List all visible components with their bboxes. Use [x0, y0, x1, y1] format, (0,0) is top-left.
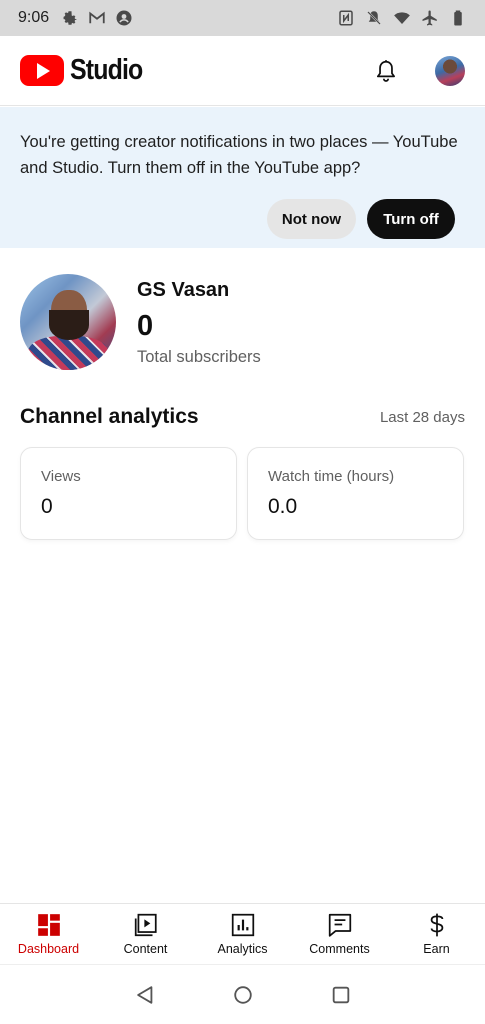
account-avatar[interactable] — [435, 55, 465, 86]
status-right-icons — [337, 9, 467, 27]
youtube-logo-icon — [20, 55, 64, 86]
watch-time-card[interactable]: Watch time (hours) 0.0 — [247, 447, 464, 540]
system-nav — [0, 964, 485, 1024]
status-left-icons — [61, 9, 133, 27]
content-icon — [133, 912, 159, 938]
status-time: 9:06 — [18, 9, 50, 26]
subscriber-label: Total subscribers — [137, 348, 261, 366]
nav-dashboard[interactable]: Dashboard — [0, 904, 97, 964]
analytics-icon — [230, 912, 256, 938]
channel-avatar[interactable] — [20, 274, 116, 370]
header-actions — [373, 55, 465, 86]
gmail-icon — [88, 9, 106, 27]
nav-earn[interactable]: Earn — [388, 904, 485, 964]
channel-name: GS Vasan — [137, 279, 230, 301]
back-icon[interactable] — [134, 984, 156, 1006]
nav-label: Analytics — [217, 942, 268, 956]
nav-label: Earn — [423, 942, 450, 956]
bottom-nav: Dashboard Content Analytics Comments Ear… — [0, 903, 485, 964]
app-header: Studio — [0, 36, 485, 106]
subscriber-count: 0 — [137, 310, 154, 342]
card-label: Views — [41, 468, 81, 485]
comments-icon — [327, 912, 353, 938]
account-icon — [115, 9, 133, 27]
channel-summary: GS Vasan 0 Total subscribers — [20, 274, 465, 372]
nav-label: Content — [123, 942, 168, 956]
banner-actions: Not now Turn off — [267, 199, 455, 239]
notification-banner: You're getting creator notifications in … — [0, 107, 485, 248]
nav-label: Comments — [309, 942, 370, 956]
analytics-range: Last 28 days — [379, 408, 465, 426]
youtube-studio-logo[interactable]: Studio — [20, 54, 154, 87]
home-icon[interactable] — [232, 984, 254, 1006]
analytics-title: Channel analytics — [20, 405, 199, 428]
card-label: Watch time (hours) — [268, 468, 395, 485]
analytics-cards: Views 0 Watch time (hours) 0.0 — [20, 447, 465, 540]
notifications-bell-icon[interactable] — [373, 58, 399, 84]
card-value: 0 — [41, 495, 53, 518]
status-bar: 9:06 — [0, 0, 485, 36]
dashboard-icon — [36, 912, 62, 938]
logo-text: Studio — [70, 54, 143, 86]
wifi-icon — [393, 9, 411, 27]
settings-icon — [61, 9, 79, 27]
airplane-icon — [421, 9, 439, 27]
banner-message: You're getting creator notifications in … — [20, 133, 458, 177]
battery-icon — [449, 9, 467, 27]
not-now-button[interactable]: Not now — [267, 199, 356, 239]
nav-comments[interactable]: Comments — [291, 904, 388, 964]
recents-icon[interactable] — [330, 984, 352, 1006]
mute-icon — [365, 9, 383, 27]
nav-content[interactable]: Content — [97, 904, 194, 964]
analytics-header: Channel analytics Last 28 days — [20, 405, 465, 429]
nfc-icon — [337, 9, 355, 27]
channel-info: GS Vasan 0 Total subscribers — [137, 274, 261, 372]
views-card[interactable]: Views 0 — [20, 447, 237, 540]
nav-label: Dashboard — [17, 942, 80, 956]
nav-analytics[interactable]: Analytics — [194, 904, 291, 964]
turn-off-button[interactable]: Turn off — [367, 199, 455, 239]
card-value: 0.0 — [268, 495, 298, 518]
earn-icon — [424, 912, 450, 938]
